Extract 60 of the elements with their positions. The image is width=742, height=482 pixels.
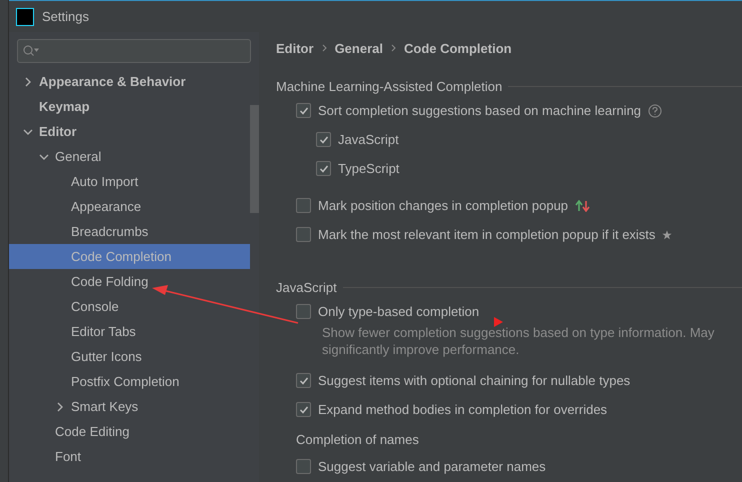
checkbox-label[interactable]: JavaScript bbox=[338, 132, 399, 147]
tree-item[interactable]: Code Editing bbox=[9, 419, 250, 444]
checkbox-label[interactable]: TypeScript bbox=[338, 161, 400, 176]
tree-item[interactable]: Gutter Icons bbox=[9, 344, 250, 369]
triangle-marker bbox=[494, 317, 503, 327]
chevron-icon[interactable] bbox=[39, 152, 49, 162]
tree-item[interactable]: Auto Import bbox=[9, 169, 250, 194]
checkbox[interactable] bbox=[296, 103, 311, 118]
checkbox[interactable] bbox=[296, 198, 311, 213]
tree-item[interactable]: Appearance & Behavior bbox=[9, 69, 250, 94]
group-label: Completion of names bbox=[296, 432, 419, 446]
chevron-icon[interactable] bbox=[55, 402, 65, 412]
checkbox-label[interactable]: Suggest items with optional chaining for nullable types bbox=[318, 373, 630, 388]
checkmark-icon bbox=[318, 164, 328, 174]
checkmark-icon bbox=[298, 404, 308, 414]
app-logo-icon bbox=[16, 8, 34, 26]
checkbox[interactable] bbox=[296, 373, 311, 388]
tree-item[interactable]: Keymap bbox=[9, 94, 250, 119]
tree-item[interactable]: Console bbox=[9, 294, 250, 319]
checkbox[interactable] bbox=[296, 402, 311, 417]
checkbox[interactable] bbox=[296, 227, 311, 242]
checkbox-label[interactable]: Only type-based completion bbox=[318, 304, 480, 319]
checkbox-label[interactable]: Suggest variable and parameter names bbox=[318, 459, 546, 474]
tree-item[interactable]: Editor Tabs bbox=[9, 319, 250, 344]
checkbox[interactable] bbox=[316, 161, 331, 176]
checkbox[interactable] bbox=[316, 132, 331, 147]
checkmark-icon bbox=[298, 106, 308, 116]
breadcrumb-item[interactable]: Code Completion bbox=[404, 40, 512, 56]
chevron-icon[interactable] bbox=[23, 76, 33, 86]
tree-item[interactable]: Postfix Completion bbox=[9, 369, 250, 394]
checkbox-label[interactable]: Expand method bodies in completion for overrides bbox=[318, 402, 608, 417]
chevron-icon bbox=[390, 44, 396, 52]
checkbox-label[interactable]: Mark position changes in completion popup bbox=[318, 198, 568, 213]
checkbox[interactable] bbox=[296, 459, 311, 474]
window-title: Settings bbox=[42, 9, 89, 24]
tree-item[interactable]: Appearance bbox=[9, 194, 250, 219]
tree-item[interactable]: Smart Keys bbox=[9, 394, 250, 419]
checkbox-label[interactable]: Sort completion suggestions based on machine learning bbox=[318, 103, 642, 118]
search-icon bbox=[23, 45, 39, 57]
tree-item[interactable]: Font bbox=[9, 444, 250, 469]
chevron-icon[interactable] bbox=[23, 126, 33, 136]
checkbox[interactable] bbox=[296, 304, 311, 319]
tree-item[interactable]: Editor bbox=[9, 119, 250, 144]
tree-item[interactable]: General bbox=[9, 144, 250, 169]
option-description: Show fewer completion suggestions based on type information. May significantly improve performance. bbox=[321, 324, 716, 358]
star-icon bbox=[662, 230, 672, 240]
checkbox-label[interactable]: Mark the most relevant item in completion popup if it exists bbox=[318, 227, 656, 242]
section-title: JavaScript bbox=[276, 280, 337, 294]
section-title: Machine Learning-Assisted Completion bbox=[276, 78, 502, 94]
breadcrumb-item[interactable]: Editor bbox=[276, 40, 314, 56]
up-down-arrows-icon bbox=[575, 200, 592, 212]
checkmark-icon bbox=[298, 376, 308, 386]
chevron-icon bbox=[322, 44, 327, 52]
tree-item[interactable]: Breadcrumbs bbox=[9, 219, 250, 244]
tree-item[interactable]: Code Folding bbox=[9, 269, 250, 294]
scrollbar[interactable] bbox=[250, 105, 259, 213]
help-icon[interactable] bbox=[648, 104, 662, 118]
search-field[interactable] bbox=[17, 39, 251, 63]
breadcrumb-item[interactable]: General bbox=[334, 40, 383, 56]
checkmark-icon bbox=[318, 134, 328, 144]
